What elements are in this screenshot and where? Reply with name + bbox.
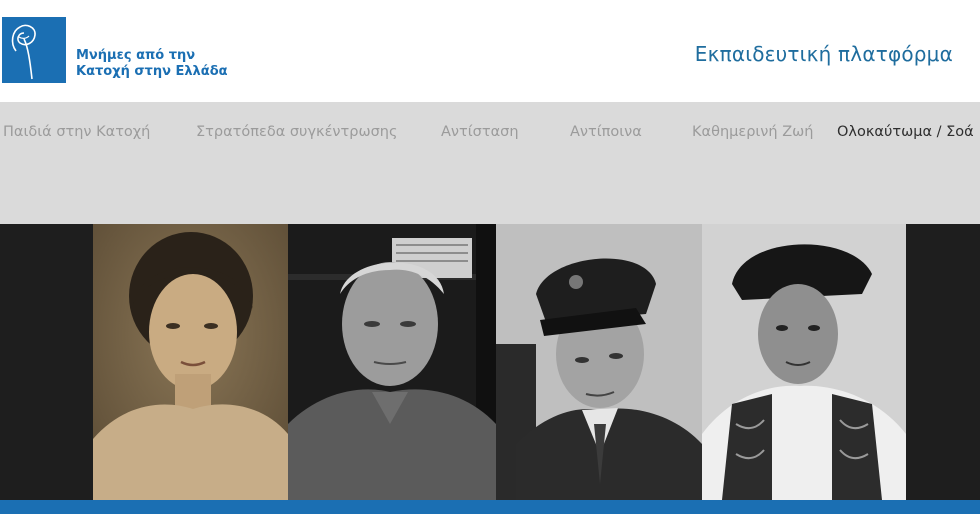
site-title[interactable]: Μνήμες από την Κατοχή στην Ελλάδα xyxy=(76,48,228,80)
nav-item-resistance[interactable]: Αντίσταση xyxy=(441,124,519,140)
elderly-man-portrait-image xyxy=(288,224,496,500)
child-in-traditional-costume-image xyxy=(702,224,906,500)
logo-line-1: Μνήμες από την xyxy=(76,48,196,63)
nav-item-children-in-occupation[interactable]: Παιδιά στην Κατοχή xyxy=(3,124,150,140)
logo-icon[interactable] xyxy=(2,17,66,83)
logo-line-2: Κατοχή στην Ελλάδα xyxy=(76,64,228,79)
nav-item-reprisals[interactable]: Αντίποινα xyxy=(570,124,642,140)
boy-in-uniform-cap-image xyxy=(496,224,702,500)
site-header: Μνήμες από την Κατοχή στην Ελλάδα Εκπαιδ… xyxy=(0,0,980,102)
nav-item-holocaust[interactable]: Ολοκαύτωμα / Σοά xyxy=(837,124,974,140)
nav-item-daily-life[interactable]: Καθημερινή Ζωή xyxy=(692,124,813,140)
hero-banner xyxy=(0,224,980,500)
nav-item-concentration-camps[interactable]: Στρατόπεδα συγκέντρωσης xyxy=(196,124,397,140)
sepia-portrait-girl-image xyxy=(93,224,288,500)
main-navigation: Παιδιά στην Κατοχή Στρατόπεδα συγκέντρωσ… xyxy=(0,102,980,224)
bottom-accent-bar xyxy=(0,500,980,514)
educational-platform-link[interactable]: Εκπαιδευτική πλατφόρμα xyxy=(695,42,953,66)
